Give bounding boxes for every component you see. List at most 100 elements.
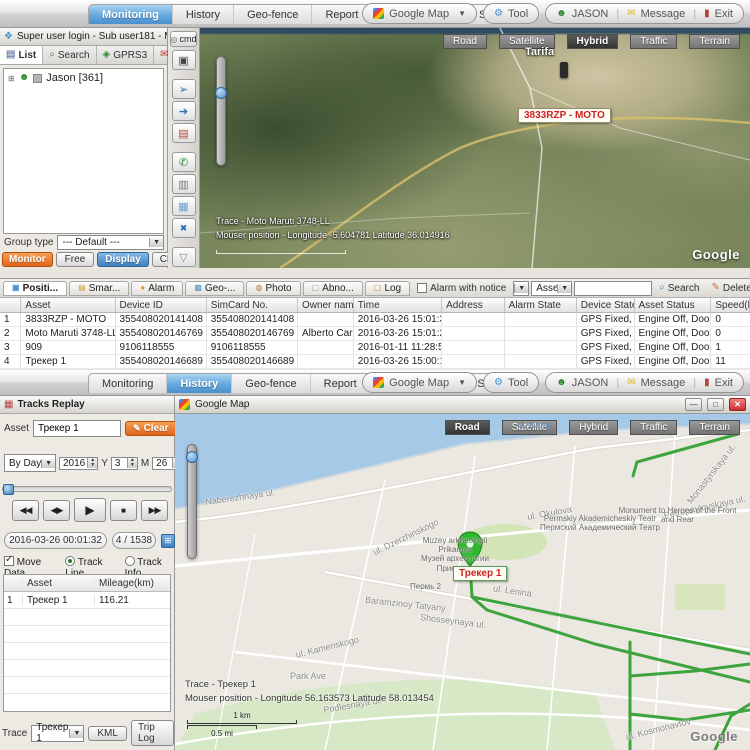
vehicle-marker-label[interactable]: 3833RZP - MOTO: [518, 108, 611, 123]
cmd-printer-icon[interactable]: ▥: [172, 174, 196, 194]
tab-alarm[interactable]: ●Alarm: [131, 281, 183, 296]
map-type-hybrid[interactable]: Hybrid: [567, 34, 619, 49]
maximize-button[interactable]: □: [707, 398, 724, 411]
kml-button[interactable]: KML: [88, 726, 127, 741]
col-device-id[interactable]: Device ID: [116, 298, 207, 312]
grid-search-button[interactable]: ⌕Search: [654, 283, 704, 294]
zoom-slider-thumb[interactable]: [215, 87, 227, 99]
user-name[interactable]: JASON: [572, 377, 609, 389]
cmd-close-icon[interactable]: ✖: [172, 218, 196, 238]
user-name[interactable]: JASON: [572, 8, 609, 20]
track-marker-label[interactable]: Трекер 1: [453, 566, 507, 581]
col-mileage[interactable]: Mileage(km): [94, 578, 170, 589]
stop-button[interactable]: ■: [110, 500, 137, 521]
tab-search[interactable]: ⌕ Search: [43, 46, 96, 64]
table-row[interactable]: 3 909 9106118555 9106118555 2016-01-11 1…: [0, 341, 750, 355]
col-asset-status[interactable]: Asset Status: [635, 298, 712, 312]
tab-geo-fence[interactable]: Geo-fence: [234, 5, 312, 24]
tab-monitoring[interactable]: Monitoring: [89, 5, 173, 24]
map-provider-select[interactable]: Google Map ▼: [362, 3, 477, 24]
map-type-terrain[interactable]: Terrain: [689, 420, 740, 435]
col-address[interactable]: Address: [442, 298, 505, 312]
fast-forward-button[interactable]: ▶▶: [141, 500, 168, 521]
col-device-state[interactable]: Device State: [577, 298, 635, 312]
minimize-button[interactable]: —: [685, 398, 702, 411]
stepper-arrows[interactable]: ▲▼: [87, 458, 97, 468]
cmd-clipboard-icon[interactable]: ▤: [172, 123, 196, 143]
step-button[interactable]: ◀▶: [43, 500, 70, 521]
trip-log-button[interactable]: Trip Log: [131, 720, 174, 746]
tree-item-jason[interactable]: ⊞ ☻ Jason [361]: [8, 72, 159, 84]
satellite-map[interactable]: Road Satellite Hybrid Traffic Terrain Ta…: [200, 28, 750, 268]
play-button[interactable]: ▶: [74, 498, 106, 522]
col-time[interactable]: Time: [354, 298, 442, 312]
map-type-road[interactable]: Road: [443, 34, 487, 49]
exit-link[interactable]: Exit: [715, 8, 733, 20]
year-stepper[interactable]: 2016 ▲▼: [59, 457, 98, 470]
map-type-traffic[interactable]: Traffic: [630, 34, 677, 49]
tab-abnormal[interactable]: ▢Abno...: [303, 281, 363, 296]
col-asset[interactable]: Asset: [21, 298, 115, 312]
tab-monitoring-2[interactable]: Monitoring: [89, 374, 167, 393]
map-provider-select-2[interactable]: Google Map ▼: [362, 372, 477, 393]
table-row[interactable]: 1 3833RZP - MOTO 355408020141408 3554080…: [0, 313, 750, 327]
cmd-button[interactable]: ◎ cmd: [170, 31, 197, 47]
month-stepper[interactable]: 3 ▲▼: [111, 457, 138, 470]
monitor-button[interactable]: Monitor: [2, 252, 53, 267]
tool-button[interactable]: ⚙ Tool: [483, 3, 539, 24]
grid-search-input[interactable]: [574, 281, 652, 296]
rewind-button[interactable]: ◀◀: [12, 500, 39, 521]
tab-list[interactable]: ▤ List: [0, 46, 43, 64]
fullscreen-icon[interactable]: ⊞: [161, 534, 175, 548]
zoom-slider[interactable]: [216, 56, 226, 166]
display-button[interactable]: Display: [97, 252, 149, 267]
track-line-radio[interactable]: [65, 556, 75, 566]
message-link[interactable]: Message: [641, 377, 686, 389]
map-type-hybrid[interactable]: Hybrid: [569, 420, 618, 435]
cmd-forward-icon[interactable]: ➔: [172, 101, 196, 121]
col-asset[interactable]: Asset: [22, 578, 94, 589]
stepper-arrows[interactable]: ▲▼: [127, 458, 137, 468]
tab-history[interactable]: History: [173, 5, 234, 24]
map-type-terrain[interactable]: Terrain: [689, 34, 740, 49]
road-map[interactable]: Road Satellite Hybrid Traffic Terrain к.…: [175, 414, 750, 750]
table-row[interactable]: 4 Трекер 1 355408020146689 3554080201466…: [0, 355, 750, 369]
chevron-down-icon[interactable]: ▼: [458, 9, 466, 18]
cmd-filter-icon[interactable]: ▽: [172, 247, 196, 267]
progress-thumb[interactable]: [3, 484, 14, 495]
map-type-traffic[interactable]: Traffic: [630, 420, 677, 435]
zoom-slider[interactable]: [187, 444, 197, 559]
tab-position[interactable]: ▣Positi...: [3, 281, 67, 296]
zoom-slider-thumb[interactable]: [186, 451, 198, 463]
exit-link[interactable]: Exit: [715, 377, 733, 389]
tab-log[interactable]: ▢Log: [365, 281, 410, 296]
replay-clear-button[interactable]: ✎ Clear: [125, 421, 177, 436]
asset-filter-select[interactable]: Asset▼: [531, 281, 572, 296]
free-button[interactable]: Free: [56, 252, 95, 267]
cmd-send-icon[interactable]: ➢: [172, 79, 196, 99]
vehicle-marker-icon[interactable]: [560, 62, 568, 78]
tab-history-2[interactable]: History: [167, 374, 232, 393]
tab-photo[interactable]: ◍Photo: [246, 281, 300, 296]
col-speed[interactable]: Speed(km/h): [711, 298, 750, 312]
cmd-phone-icon[interactable]: ✆: [172, 152, 196, 172]
alarm-notice-checkbox[interactable]: [417, 283, 427, 293]
message-link[interactable]: Message: [641, 8, 686, 20]
expand-icon[interactable]: ⊞: [8, 74, 15, 83]
trace-asset-select[interactable]: Трекер 1 ▼: [31, 725, 84, 742]
col-alarm-state[interactable]: Alarm State: [505, 298, 577, 312]
filter-type-select[interactable]: ▼: [513, 281, 529, 296]
move-data-checkbox[interactable]: [4, 556, 14, 566]
chevron-down-icon[interactable]: ▼: [458, 378, 466, 387]
grid-delete-button[interactable]: ✎Delete: [706, 283, 750, 294]
col-owner[interactable]: Owner name: [298, 298, 354, 312]
tab-smart[interactable]: ▤Smar...: [69, 281, 129, 296]
replay-progress-slider[interactable]: [2, 486, 172, 492]
tab-geo-fence-2[interactable]: Geo-fence: [232, 374, 310, 393]
mileage-row[interactable]: 1 Трекер 1 116.21: [4, 592, 170, 609]
group-type-select[interactable]: --- Default --- ▼: [57, 235, 164, 250]
map-type-road[interactable]: Road: [445, 420, 490, 435]
alarm-notice-toggle[interactable]: Alarm with notice: [412, 283, 511, 294]
tab-gprs[interactable]: ◈ GPRS3: [97, 46, 155, 64]
table-row[interactable]: 2 Moto Maruti 3748-LL 355408020146769 35…: [0, 327, 750, 341]
